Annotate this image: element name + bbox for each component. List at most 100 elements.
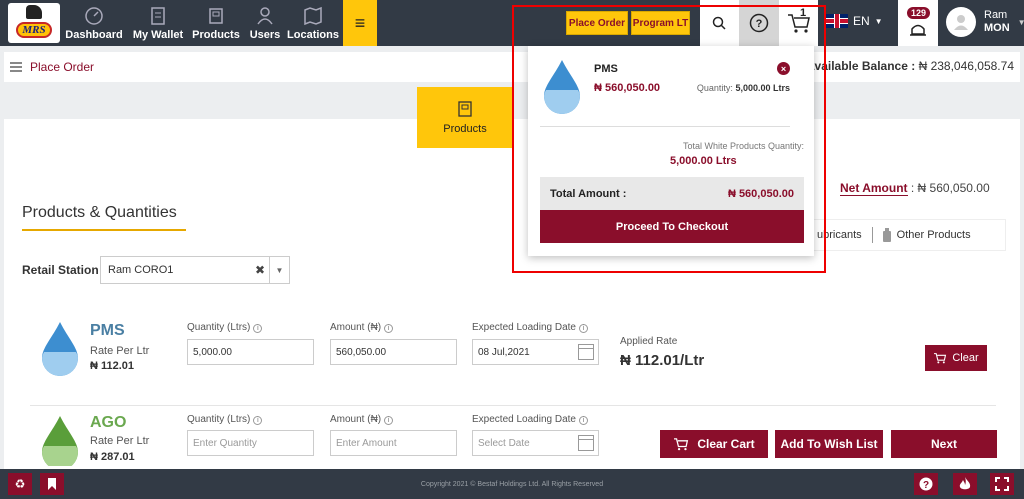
- cart-item-price: ₦ 560,050.00: [594, 82, 661, 94]
- logo-text: MRS: [16, 22, 52, 38]
- pms-drop-icon: [42, 322, 78, 376]
- notification-count-badge: 129: [907, 7, 931, 19]
- available-balance-value: ₦ 238,046,058.74: [918, 59, 1014, 73]
- next-button[interactable]: Next: [891, 430, 997, 458]
- nav-users-label: Users: [249, 29, 281, 41]
- svg-text:?: ?: [756, 18, 763, 30]
- cart-item-name: PMS: [594, 63, 618, 75]
- tab-lubricants[interactable]: ubricants: [817, 229, 862, 241]
- nav-products[interactable]: Products: [192, 0, 240, 46]
- map-icon: [304, 6, 322, 26]
- total-amount-label: Total Amount :: [550, 187, 627, 200]
- bell-icon: [910, 24, 926, 36]
- nav-dashboard[interactable]: Dashboard: [65, 0, 123, 46]
- ago-drop-icon: [42, 416, 78, 466]
- uk-flag-icon: [826, 14, 848, 28]
- section-underline: [22, 229, 186, 231]
- bookmark-icon: [48, 478, 56, 490]
- nav-products-label: Products: [192, 29, 240, 41]
- calendar-icon[interactable]: [578, 344, 594, 360]
- pms-date-label-text: Expected Loading Date: [472, 322, 576, 333]
- user-menu[interactable]: Ram MON ▼: [946, 7, 1024, 37]
- users-icon: [257, 7, 273, 25]
- horse-logo-icon: [26, 5, 42, 19]
- place-order-button[interactable]: Place Order: [566, 11, 628, 35]
- clear-cart-button[interactable]: Clear Cart: [660, 430, 768, 458]
- fullscreen-button[interactable]: [990, 473, 1014, 495]
- ago-rate-label: Rate Per Ltr: [90, 435, 150, 447]
- tab-products[interactable]: Products: [417, 87, 513, 148]
- recycle-button[interactable]: ♻: [8, 473, 32, 495]
- available-balance: Available Balance : ₦ 238,046,058.74: [806, 59, 1014, 73]
- tab-separator: [871, 227, 873, 243]
- avatar: [946, 7, 976, 37]
- ago-quantity-label: Quantity (Ltrs) i: [187, 414, 263, 425]
- tab-other-products[interactable]: Other Products: [897, 229, 971, 241]
- pms-rate-value: ₦ 112.01: [90, 360, 135, 372]
- applied-rate-value: ₦ 112.01/Ltr: [620, 352, 705, 369]
- cart-total-row: Total Amount : ₦ 560,050.00: [540, 177, 804, 210]
- clear-cart-label: Clear Cart: [697, 437, 755, 451]
- ago-quantity-input[interactable]: Enter Quantity: [187, 430, 314, 456]
- footer-help-button[interactable]: ?: [914, 473, 938, 495]
- retail-station-value: Ram CORO1: [108, 264, 174, 276]
- breadcrumb-bar: Place Order Available Balance : ₦ 238,04…: [4, 52, 1020, 82]
- products-icon: [209, 8, 223, 24]
- proceed-to-checkout-button[interactable]: Proceed To Checkout: [540, 210, 804, 243]
- breadcrumb-label: Place Order: [30, 60, 95, 74]
- nav-dashboard-label: Dashboard: [65, 29, 123, 41]
- ago-quantity-label-text: Quantity (Ltrs): [187, 414, 251, 425]
- nav-locations[interactable]: Locations: [287, 0, 339, 46]
- remove-item-button[interactable]: ×: [777, 62, 790, 75]
- retail-station-select[interactable]: Ram CORO1 ✖ ▼: [100, 256, 290, 284]
- cart-divider: [540, 126, 790, 127]
- notifications-button[interactable]: 129: [898, 0, 938, 46]
- nav-my-wallet[interactable]: My Wallet: [130, 0, 186, 46]
- mrs-logo[interactable]: MRS: [8, 3, 60, 43]
- pms-rate-label: Rate Per Ltr: [90, 345, 150, 357]
- total-amount-value: ₦ 560,050.00: [727, 187, 794, 200]
- help-button[interactable]: ?: [739, 0, 779, 46]
- footer: Copyright 2021 © Bestaf Holdings Ltd. Al…: [0, 469, 1024, 499]
- svg-text:?: ?: [923, 480, 929, 491]
- menu-toggle-button[interactable]: ≡: [343, 0, 377, 46]
- search-icon: [712, 16, 726, 30]
- nav-locations-label: Locations: [287, 29, 339, 41]
- info-icon: i: [253, 324, 263, 333]
- copyright-text: Copyright 2021 © Bestaf Holdings Ltd. Al…: [420, 481, 604, 488]
- retail-station-label: Retail Station: [22, 263, 99, 277]
- tab-products-label: Products: [443, 122, 487, 135]
- info-icon: i: [253, 416, 263, 425]
- bookmark-button[interactable]: [40, 473, 64, 495]
- pms-quantity-input[interactable]: 5,000.00: [187, 339, 314, 365]
- add-to-wishlist-button[interactable]: Add To Wish List: [775, 430, 883, 458]
- calendar-icon[interactable]: [578, 435, 594, 451]
- nav-users[interactable]: Users: [246, 0, 284, 46]
- program-lt-button[interactable]: Program LT: [631, 11, 690, 35]
- search-button[interactable]: [700, 0, 738, 46]
- pms-quantity-label-text: Quantity (Ltrs): [187, 322, 251, 333]
- pms-clear-button[interactable]: Clear: [925, 345, 987, 371]
- ago-amount-input[interactable]: Enter Amount: [330, 430, 457, 456]
- hamburger-icon: ≡: [354, 12, 366, 33]
- expand-icon: [995, 477, 1009, 491]
- net-amount: Net Amount : ₦ 560,050.00: [840, 181, 990, 196]
- pms-quantity-label: Quantity (Ltrs) i: [187, 322, 263, 333]
- ago-rate-value: ₦ 287.01: [90, 451, 135, 463]
- ago-date-input[interactable]: Select Date: [472, 430, 599, 456]
- info-icon: i: [578, 324, 588, 333]
- user-avatar-icon: [954, 15, 968, 30]
- language-selector[interactable]: EN ▼: [826, 14, 883, 28]
- bottle-icon: [882, 228, 891, 242]
- pms-date-input[interactable]: 08 Jul,2021: [472, 339, 599, 365]
- wallet-icon: [151, 7, 165, 25]
- product-name-ago: AGO: [90, 414, 127, 431]
- dropdown-arrow-icon[interactable]: ▼: [269, 257, 289, 283]
- cart-item-quantity-value: 5,000.00 Ltrs: [735, 83, 790, 93]
- pms-clear-label: Clear: [952, 352, 979, 364]
- cart-button[interactable]: 1: [780, 0, 818, 46]
- pms-amount-input[interactable]: 560,050.00: [330, 339, 457, 365]
- fire-button[interactable]: [953, 473, 977, 495]
- clear-selection-icon[interactable]: ✖: [255, 263, 265, 277]
- product-name-pms: PMS: [90, 322, 125, 339]
